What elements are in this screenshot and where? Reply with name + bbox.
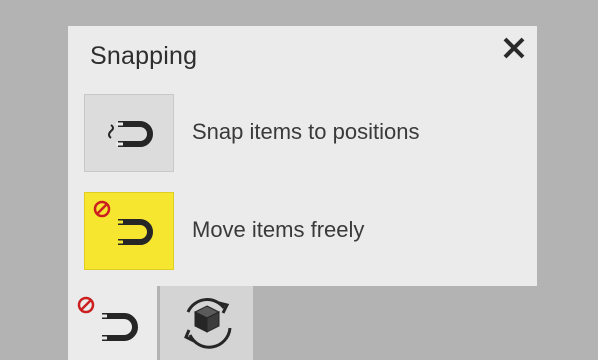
snap-option-icon-box — [84, 94, 174, 172]
snapping-panel: Snapping Snap items to positions Move it… — [68, 26, 537, 286]
rotate-view-tab-button[interactable] — [160, 286, 253, 360]
snap-option-label: Snap items to positions — [192, 119, 420, 144]
snapping-tab-button[interactable] — [68, 286, 157, 360]
no-sign-icon — [93, 200, 111, 218]
free-option-label: Move items freely — [192, 217, 365, 242]
magnet-disabled-icon — [77, 296, 138, 341]
free-option-icon-box — [84, 192, 174, 270]
free-move-magnet-icon — [93, 200, 153, 245]
move-freely-option[interactable]: Move items freely — [84, 192, 514, 272]
snap-to-positions-option[interactable]: Snap items to positions — [84, 94, 514, 174]
snap-magnet-icon — [108, 121, 153, 147]
rotate-cube-icon — [184, 298, 232, 349]
no-sign-icon — [77, 296, 95, 314]
panel-title: Snapping — [90, 42, 198, 70]
close-button[interactable] — [500, 34, 528, 62]
close-icon — [503, 37, 525, 59]
